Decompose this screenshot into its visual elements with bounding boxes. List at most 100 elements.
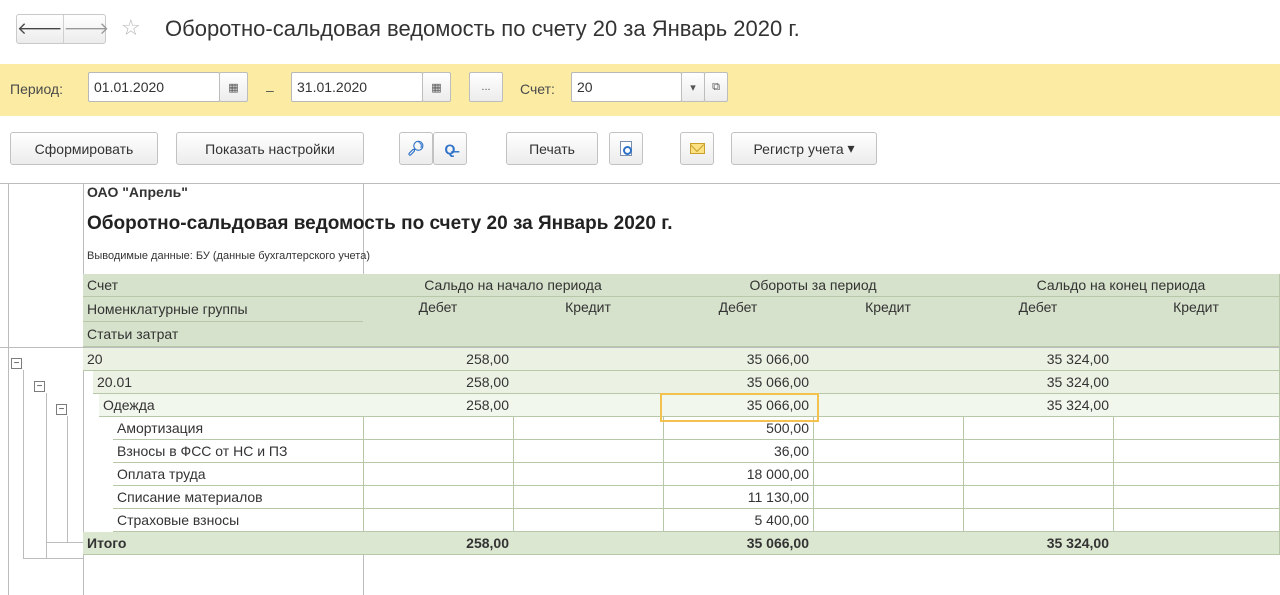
- row-cb-credit-cell[interactable]: [1113, 440, 1280, 463]
- select-period-button[interactable]: ...: [469, 72, 503, 102]
- calendar-icon: ▦: [431, 81, 442, 94]
- row-cb-debit-cell[interactable]: 35 324,00: [963, 394, 1114, 417]
- row-t-credit-cell[interactable]: [813, 394, 964, 417]
- register-dropdown-button[interactable]: Регистр учета ▾: [731, 132, 877, 165]
- row-ob-debit-cell[interactable]: [363, 486, 514, 509]
- star-icon[interactable]: ☆: [121, 13, 141, 43]
- row-cb-credit-cell[interactable]: [1113, 348, 1280, 371]
- print-preview-button[interactable]: [609, 132, 643, 165]
- navigation-buttons: 🡐 🡒: [16, 14, 109, 44]
- row-ob-credit-cell[interactable]: [513, 348, 664, 371]
- total-t-credit-cell[interactable]: [813, 532, 964, 555]
- row-cb-credit-cell[interactable]: [1113, 463, 1280, 486]
- row-name-cell[interactable]: 20: [83, 348, 364, 371]
- organization-name: ОАО "Апрель": [87, 184, 188, 200]
- row-name-cell[interactable]: 20.01: [93, 371, 364, 394]
- row-ob-credit-cell[interactable]: [513, 417, 664, 440]
- row-ob-credit-cell[interactable]: [513, 371, 664, 394]
- date-from-input[interactable]: 01.01.2020: [88, 72, 220, 102]
- header-t-debit: Дебет: [663, 297, 814, 347]
- row-name-cell[interactable]: Взносы в ФСС от НС и ПЗ: [113, 440, 364, 463]
- date-from-calendar-button[interactable]: ▦: [219, 72, 248, 102]
- row-name-cell[interactable]: Страховые взносы: [113, 509, 364, 532]
- row-t-credit-cell[interactable]: [813, 371, 964, 394]
- row-cb-credit-cell[interactable]: [1113, 509, 1280, 532]
- row-t-credit-cell[interactable]: [813, 509, 964, 532]
- row-t-credit-cell[interactable]: [813, 348, 964, 371]
- print-button[interactable]: Печать: [506, 132, 598, 165]
- row-ob-credit-cell[interactable]: [513, 463, 664, 486]
- row-cb-debit-cell[interactable]: [963, 486, 1114, 509]
- selected-cell-frame: [660, 393, 819, 422]
- row-ob-debit-cell[interactable]: [363, 509, 514, 532]
- row-cb-credit-cell[interactable]: [1113, 371, 1280, 394]
- row-ob-credit-cell[interactable]: [513, 394, 664, 417]
- row-ob-credit-cell[interactable]: [513, 440, 664, 463]
- header-cb-debit: Дебет: [963, 297, 1114, 347]
- search-next-button[interactable]: Q̶: [433, 132, 467, 165]
- row-t-credit-cell[interactable]: [813, 486, 964, 509]
- total-ob-debit-cell[interactable]: 258,00: [363, 532, 514, 555]
- envelope-icon: [689, 143, 705, 154]
- row-t-credit-cell[interactable]: [813, 440, 964, 463]
- row-ob-debit-cell[interactable]: [363, 463, 514, 486]
- row-cb-debit-cell[interactable]: [963, 463, 1114, 486]
- forward-button[interactable]: 🡒: [62, 15, 110, 43]
- generate-button[interactable]: Сформировать: [10, 132, 158, 165]
- row-cb-debit-cell[interactable]: [963, 417, 1114, 440]
- header-t-credit: Кредит: [813, 297, 964, 347]
- account-input[interactable]: 20: [571, 72, 682, 102]
- arrow-right-icon: 🡒: [63, 19, 110, 38]
- row-cb-debit-cell[interactable]: 35 324,00: [963, 371, 1114, 394]
- send-email-button[interactable]: [680, 132, 714, 165]
- row-t-debit-cell[interactable]: 35 066,00: [663, 371, 814, 394]
- header-turnover: Обороты за период: [663, 274, 964, 297]
- row-name-cell[interactable]: Амортизация: [113, 417, 364, 440]
- row-t-debit-cell[interactable]: 18 000,00: [663, 463, 814, 486]
- row-name-cell[interactable]: Списание материалов: [113, 486, 364, 509]
- date-to-input[interactable]: 31.01.2020: [291, 72, 423, 102]
- row-name-cell[interactable]: Одежда: [99, 394, 364, 417]
- total-cb-debit-cell[interactable]: 35 324,00: [963, 532, 1114, 555]
- total-ob-credit-cell[interactable]: [513, 532, 664, 555]
- row-t-debit-cell[interactable]: 11 130,00: [663, 486, 814, 509]
- row-cb-credit-cell[interactable]: [1113, 394, 1280, 417]
- row-t-debit-cell[interactable]: 35 066,00: [663, 348, 814, 371]
- account-open-button[interactable]: ⧉: [704, 72, 728, 102]
- total-cb-credit-cell[interactable]: [1113, 532, 1280, 555]
- total-t-debit-cell[interactable]: 35 066,00: [663, 532, 814, 555]
- row-t-debit-cell[interactable]: 36,00: [663, 440, 814, 463]
- search-icon: 🔎︎: [407, 140, 425, 156]
- date-to-calendar-button[interactable]: ▦: [422, 72, 451, 102]
- back-button[interactable]: 🡐: [17, 15, 63, 43]
- collapse-group-20-01[interactable]: −: [34, 381, 45, 392]
- row-t-credit-cell[interactable]: [813, 417, 964, 440]
- show-settings-button[interactable]: Показать настройки: [176, 132, 364, 165]
- row-ob-credit-cell[interactable]: [513, 486, 664, 509]
- search-next-icon: Q̶: [444, 140, 456, 157]
- row-cb-debit-cell[interactable]: [963, 440, 1114, 463]
- total-label-cell[interactable]: Итого: [83, 532, 364, 555]
- row-cb-credit-cell[interactable]: [1113, 486, 1280, 509]
- collapse-group-odezhda[interactable]: −: [56, 404, 67, 415]
- row-ob-credit-cell[interactable]: [513, 509, 664, 532]
- row-t-debit-cell[interactable]: 5 400,00: [663, 509, 814, 532]
- row-t-credit-cell[interactable]: [813, 463, 964, 486]
- parameters-panel: Период: 01.01.2020 ▦ – 31.01.2020 ▦ ... …: [0, 64, 1280, 116]
- row-ob-debit-cell[interactable]: [363, 417, 514, 440]
- row-cb-debit-cell[interactable]: 35 324,00: [963, 348, 1114, 371]
- row-cb-credit-cell[interactable]: [1113, 417, 1280, 440]
- collapse-group-20[interactable]: −: [11, 358, 22, 369]
- header-closing-balance: Сальдо на конец периода: [963, 274, 1280, 297]
- header-cost-items: Статьи затрат: [83, 322, 364, 347]
- row-ob-debit-cell[interactable]: 258,00: [363, 371, 514, 394]
- calendar-icon: ▦: [228, 81, 239, 94]
- row-cb-debit-cell[interactable]: [963, 509, 1114, 532]
- row-name-cell[interactable]: Оплата труда: [113, 463, 364, 486]
- row-ob-debit-cell[interactable]: 258,00: [363, 394, 514, 417]
- chevron-down-icon: ▾: [847, 140, 855, 156]
- row-ob-debit-cell[interactable]: [363, 440, 514, 463]
- search-button[interactable]: 🔎︎: [399, 132, 433, 165]
- row-ob-debit-cell[interactable]: 258,00: [363, 348, 514, 371]
- account-dropdown-button[interactable]: ▾: [681, 72, 705, 102]
